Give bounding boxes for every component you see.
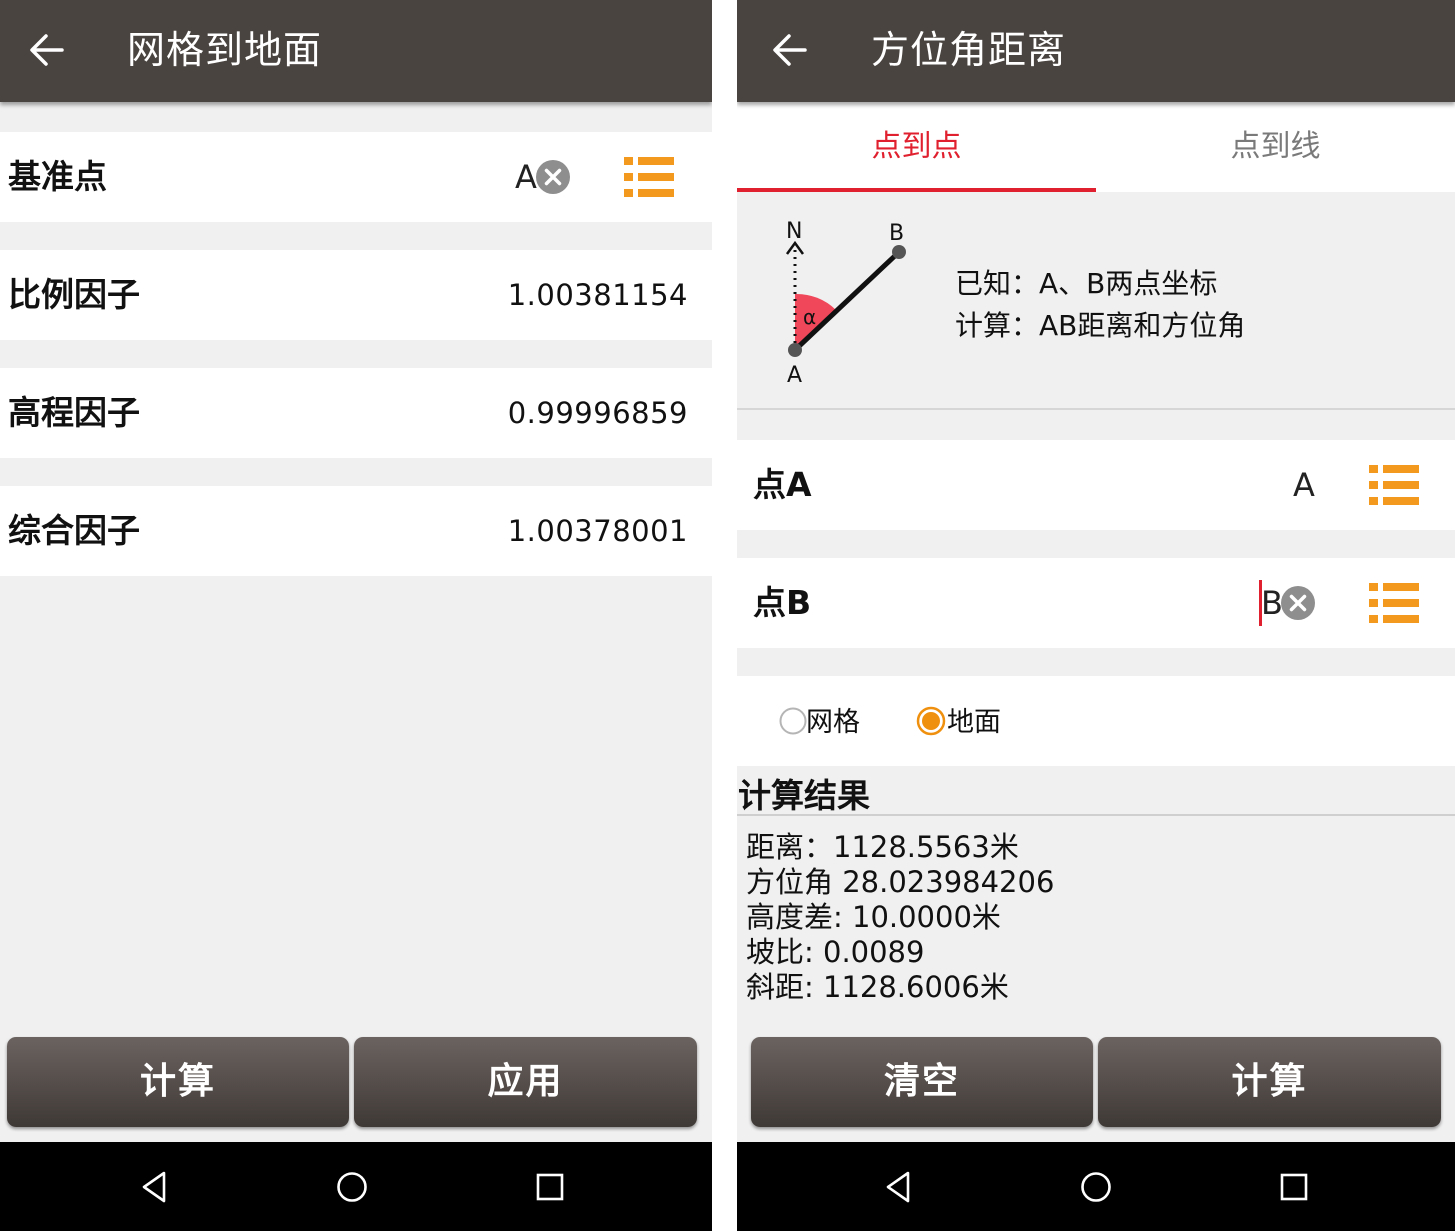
system-nav-bar: [0, 1142, 712, 1231]
elevation-factor-row: 高程因子 0.99996859: [0, 368, 712, 458]
clear-icon[interactable]: [1281, 586, 1315, 620]
nav-back-icon[interactable]: [136, 1168, 174, 1206]
calculate-description: 计算：AB距离和方位角: [955, 309, 1246, 342]
radio-ground-label[interactable]: 地面: [947, 700, 1001, 739]
result-title: 计算结果: [738, 776, 870, 815]
scale-factor-value: 1.00381154: [507, 278, 688, 312]
azimuth-distance-screen: 方位角距离 点到点 点到线 N B A α 已知：A、B两点坐标 计算：AB距离…: [737, 0, 1455, 1231]
back-arrow-icon[interactable]: [769, 26, 813, 74]
scale-factor-row: 比例因子 1.00381154: [0, 250, 712, 340]
radio-grid-label[interactable]: 网格: [806, 700, 860, 739]
tab-point-to-point[interactable]: 点到点: [737, 102, 1096, 192]
calculate-button[interactable]: 计算: [7, 1037, 349, 1127]
tab-bar: 点到点 点到线: [737, 102, 1455, 192]
result-header: 计算结果: [737, 766, 1455, 816]
app-bar: 方位角距离: [737, 0, 1455, 102]
result-slope-distance: 斜距: 1128.6006米: [746, 970, 1009, 1004]
button-bar: 清空 计算: [737, 1022, 1455, 1142]
azimuth-diagram: N B A α 已知：A、B两点坐标 计算：AB距离和方位角: [737, 192, 1455, 410]
grid-to-ground-screen: 网格到地面 基准点 A 比例因子 1.00381154 高程因子 0.99996…: [0, 0, 712, 1231]
nav-home-icon[interactable]: [1077, 1168, 1115, 1206]
alpha-label: α: [803, 305, 816, 329]
combined-factor-row: 综合因子 1.00378001: [0, 486, 712, 576]
coordinate-mode-group: 网格 地面: [737, 676, 1455, 766]
reference-point-input[interactable]: A: [515, 132, 537, 222]
radio-ground[interactable]: [916, 706, 946, 736]
point-b-row[interactable]: 点B B: [737, 558, 1455, 648]
elevation-factor-label: 高程因子: [8, 393, 140, 432]
clear-icon[interactable]: [536, 160, 570, 194]
result-height-diff: 高度差: 10.0000米: [746, 900, 1001, 934]
button-bar: 计算 应用: [0, 1022, 712, 1142]
result-list: 距离：1128.5563米 方位角 28.023984206 高度差: 10.0…: [746, 830, 1054, 1005]
list-icon[interactable]: [1369, 465, 1419, 505]
azimuth-illustration: N B A α: [785, 219, 906, 388]
list-icon[interactable]: [1369, 583, 1419, 623]
scale-factor-label: 比例因子: [8, 275, 140, 314]
apply-button[interactable]: 应用: [354, 1037, 697, 1127]
known-description: 已知：A、B两点坐标: [955, 267, 1218, 300]
nav-home-icon[interactable]: [333, 1168, 371, 1206]
point-b-label: 点B: [753, 583, 812, 622]
app-bar: 网格到地面: [0, 0, 712, 102]
radio-grid[interactable]: [778, 706, 808, 736]
result-distance: 距离：1128.5563米: [746, 830, 1019, 864]
result-azimuth: 方位角 28.023984206: [746, 865, 1055, 899]
nav-recents-icon[interactable]: [1275, 1168, 1313, 1206]
list-icon[interactable]: [624, 157, 674, 197]
back-arrow-icon[interactable]: [26, 26, 70, 74]
point-a-marker-label: A: [787, 363, 802, 388]
result-slope-ratio: 坡比: 0.0089: [746, 935, 925, 969]
combined-factor-value: 1.00378001: [507, 514, 688, 548]
clear-button[interactable]: 清空: [751, 1037, 1093, 1127]
combined-factor-label: 综合因子: [8, 511, 140, 550]
reference-point-label: 基准点: [8, 157, 107, 196]
page-title: 网格到地面: [127, 28, 323, 72]
point-b-marker-label: B: [889, 221, 904, 246]
nav-recents-icon[interactable]: [531, 1168, 569, 1206]
point-a-label: 点A: [753, 465, 812, 504]
point-b-input[interactable]: B: [1261, 558, 1283, 648]
tab-point-to-line[interactable]: 点到线: [1096, 102, 1455, 192]
point-a-input[interactable]: A: [1293, 440, 1315, 530]
page-title: 方位角距离: [871, 28, 1067, 72]
north-label: N: [786, 219, 802, 244]
reference-point-row[interactable]: 基准点 A: [0, 132, 712, 222]
point-a-row[interactable]: 点A A: [737, 440, 1455, 530]
nav-back-icon[interactable]: [880, 1168, 918, 1206]
elevation-factor-value: 0.99996859: [507, 396, 688, 430]
calculate-button[interactable]: 计算: [1098, 1037, 1441, 1127]
system-nav-bar: [737, 1142, 1455, 1231]
